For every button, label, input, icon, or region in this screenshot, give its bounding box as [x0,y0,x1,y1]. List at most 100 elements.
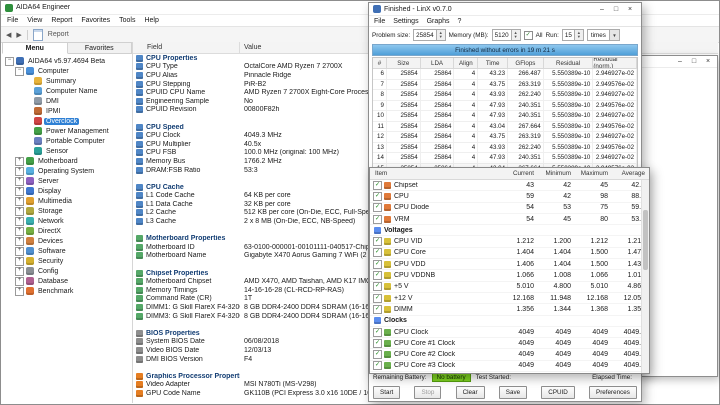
checked-checkbox[interactable]: ✓ [373,248,382,258]
tree-item-config[interactable]: + Config [2,266,132,276]
tree-item-power-management[interactable]: Power Management [2,126,132,136]
maximize-button[interactable]: □ [687,56,701,67]
tree-expander-icon[interactable]: + [15,216,24,226]
tree-item-server[interactable]: + Server [2,176,132,186]
tree-expander-icon[interactable]: + [15,256,24,266]
tree-item-directx[interactable]: + DirectX [2,226,132,236]
linx-titlebar[interactable]: Finished - LinX v0.7.0 – □ × [369,3,641,16]
sidebar-tab-menu[interactable]: Menu [2,42,68,54]
tree-expander-icon[interactable]: + [15,206,24,216]
tree-item-multimedia[interactable]: + Multimedia [2,196,132,206]
tree-expander-icon[interactable]: + [15,176,24,186]
background-window-titlebar[interactable]: – □ × [641,56,717,68]
column-header-field[interactable]: Field [133,42,240,53]
tree-expander-icon[interactable]: + [15,276,24,286]
stats-row-cpu-vddnb[interactable]: ✓ CPU VDDNB 1.066 1.008 1.066 1.016 [370,270,649,282]
stepper-arrows-icon[interactable]: ▲ ▼ [435,30,445,40]
stats-row-vrm[interactable]: ✓ VRM 54 45 80 53.8 [370,214,649,226]
results-row[interactable]: 9 25854 25864 4 47.93 240.351 5.550389e-10 2.94… [373,100,638,111]
results-table[interactable]: # Size LDA Align Time GFlops Residual Residual … [372,57,638,175]
checked-checkbox[interactable]: ✓ [373,259,382,269]
checked-checkbox[interactable]: ✓ [373,214,382,224]
tree-expander-icon[interactable]: − [15,66,24,76]
tree-expander-icon[interactable]: − [5,56,14,66]
stats-row-cpu-core-3-clock[interactable]: ✓ CPU Core #3 Clock 4049 4049 4049 4049.0 [370,361,649,373]
checked-checkbox[interactable]: ✓ [373,282,382,292]
forward-icon[interactable]: ▶ [16,31,21,39]
aida-menu-report[interactable]: Report [51,17,72,24]
checked-checkbox[interactable]: ✓ [373,304,382,314]
aida-menu-file[interactable]: File [7,17,18,24]
stats-group-voltages[interactable]: Voltages [370,225,649,237]
tree-item-computer[interactable]: − Computer [2,66,132,76]
tree-expander-icon[interactable]: + [15,196,24,206]
tree-item-network[interactable]: + Network [2,216,132,226]
tree-item-devices[interactable]: + Devices [2,236,132,246]
minimize-button[interactable]: – [595,4,609,15]
results-column-align[interactable]: Align [454,58,479,68]
results-column-time[interactable]: Time [478,58,509,68]
tree-expander-icon[interactable]: + [15,186,24,196]
cpuid-button[interactable]: CPUID [541,386,575,399]
checked-checkbox[interactable]: ✓ [373,338,382,348]
minimize-button[interactable]: – [673,56,687,67]
stats-row-cpu-core[interactable]: ✓ CPU Core 1.404 1.404 1.500 1.470 [370,248,649,260]
sidebar-tab-favorites[interactable]: Favorites [67,42,132,54]
tree-item-computer-name[interactable]: Computer Name [2,86,132,96]
aida-menu-tools[interactable]: Tools [119,17,135,24]
maximize-button[interactable]: □ [609,4,623,15]
checked-checkbox[interactable]: ✓ [373,327,382,337]
results-column-lda[interactable]: LDA [421,58,455,68]
aida-menu-favorites[interactable]: Favorites [81,17,110,24]
tree-expander-icon[interactable]: + [15,266,24,276]
tree-item-sensor[interactable]: Sensor [2,146,132,156]
preferences-button[interactable]: Preferences [589,386,637,399]
stats-row-cpu-vdd[interactable]: ✓ CPU VDD 1.406 1.404 1.500 1.437 [370,259,649,271]
tree-item-summary[interactable]: Summary [2,76,132,86]
memory-stepper[interactable]: 5120 ▲ ▼ [491,29,521,41]
stats-column-current[interactable]: Current [501,168,538,179]
results-row[interactable]: 11 25854 25864 4 43.04 267.664 5.550389e-10 2.9… [373,121,638,132]
results-column-size[interactable]: Size [387,58,421,68]
stepper-arrows-icon[interactable]: ▲ ▼ [510,30,520,40]
results-row[interactable]: 13 25854 25864 4 43.93 262.240 5.550389e-10 2.9… [373,142,638,153]
results-column-item[interactable]: # [373,58,387,68]
stats-row-cpu-diode[interactable]: ✓ CPU Diode 54 53 75 59.4 [370,203,649,214]
all-memory-checkbox[interactable]: ✓ [523,30,533,40]
tree-item-portable-computer[interactable]: Portable Computer [2,136,132,146]
stats-row-cpu-core-1-clock[interactable]: ✓ CPU Core #1 Clock 4049 4049 4049 4049.0 [370,338,649,350]
linx-menu-settings[interactable]: Settings [393,18,418,25]
checked-checkbox[interactable]: ✓ [373,361,382,371]
tree-item-security[interactable]: + Security [2,256,132,266]
close-button[interactable]: × [701,56,715,67]
results-row[interactable]: 12 25854 25864 4 43.75 263.319 5.550389e-10 2.9… [373,132,638,143]
tree-item-ipmi[interactable]: IPMI [2,106,132,116]
stats-group-clocks[interactable]: Clocks [370,316,649,327]
results-row[interactable]: 14 25854 25864 4 47.93 240.351 5.550389e-10 2.9… [373,153,638,164]
stats-row-dimm[interactable]: ✓ DIMM 1.356 1.344 1.368 1.356 [370,304,649,316]
tree-item-software[interactable]: + Software [2,246,132,256]
checked-checkbox[interactable]: ✓ [373,180,382,190]
tree-expander-icon[interactable]: + [15,156,24,166]
results-row[interactable]: 6 25854 25864 4 43.23 266.487 5.550389e-10 2.94… [373,69,638,80]
tree-item-storage[interactable]: + Storage [2,206,132,216]
stats-row-chipset[interactable]: ✓ Chipset 43 42 45 42.1 [370,180,649,192]
stats-row-cpu-core-2-clock[interactable]: ✓ CPU Core #2 Clock 4049 4049 4049 4049.0 [370,349,649,361]
run-mode-dropdown[interactable]: times ▼ [586,29,620,41]
stats-column-maximum[interactable]: Maximum [575,168,612,179]
tree-expander-icon[interactable]: + [15,236,24,246]
results-row[interactable]: 8 25854 25864 4 43.93 262.240 5.550389e-10 2.94… [373,90,638,101]
results-column-gflops[interactable]: GFlops [508,58,544,68]
clear-button[interactable]: Clear [455,386,485,399]
aida-menu-help[interactable]: Help [144,17,158,24]
linx-menu-file[interactable]: File [374,18,385,25]
stats-column-item[interactable]: Item [370,168,501,179]
linx-menu-item[interactable]: ? [458,18,462,25]
stats-row-12-v[interactable]: ✓ +12 V 12.168 11.948 12.168 12.055 [370,293,649,305]
tree-expander-icon[interactable]: + [15,166,24,176]
checked-checkbox[interactable]: ✓ [373,237,382,247]
tree-expander-icon[interactable]: + [15,246,24,256]
run-count-stepper[interactable]: 15 ▲ ▼ [561,29,584,41]
checked-checkbox[interactable]: ✓ [373,293,382,303]
tree-item-display[interactable]: + Display [2,186,132,196]
